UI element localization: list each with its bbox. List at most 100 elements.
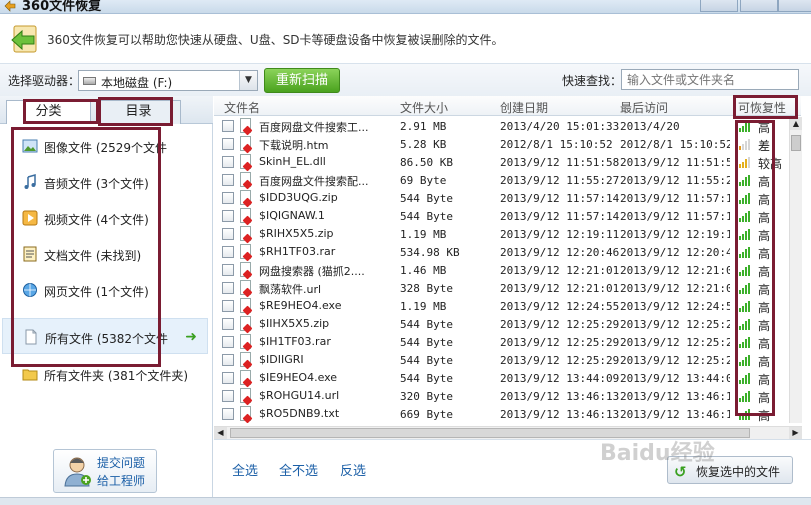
signal-bar [745,303,747,312]
table-row[interactable]: $RE9HEO4.exe 1.19 MB 2013/9/12 12:24:55 201… [214,297,789,315]
deleted-file-icon [240,298,251,313]
table-row[interactable]: $IQIGNAW.1 544 Byte 2013/9/12 11:57:14 2013… [214,207,789,225]
table-row[interactable]: 飘荡软件.url 328 Byte 2013/9/12 12:21:01 2013/9… [214,279,789,297]
cell-recoverability: 高 [758,301,771,315]
row-checkbox[interactable] [222,390,234,402]
tab-directory[interactable]: 目录 [96,100,181,124]
table-row[interactable]: $IDIIGRI 544 Byte 2013/9/12 12:25:29 2013/9… [214,351,789,369]
category-video[interactable]: 视频文件 (4个文件) [18,200,198,236]
cell-size: 544 Byte [400,354,453,367]
row-checkbox[interactable] [222,336,234,348]
drive-select[interactable]: 本地磁盘 (F:) ▼ [78,70,258,91]
row-checkbox[interactable] [222,138,234,150]
cell-accessed: 2013/9/12 12:25:29 [620,318,730,331]
file-list-panel: 文件名 文件大小 创建日期 最后访问 可恢复性 百度网盘文件搜索工... 2.91… [214,96,811,505]
table-row[interactable]: $IIHX5X5.zip 544 Byte 2013/9/12 12:25:29 20… [214,315,789,333]
cell-name: $IE9HEO4.exe [259,371,338,384]
scroll-thumb[interactable] [791,135,801,151]
contact-engineer-button[interactable]: 提交问题 给工程师 [53,449,157,493]
table-row[interactable]: 下载说明.htm 5.28 KB 2012/8/1 15:10:52 2012/8/1… [214,135,789,153]
cell-name: $RIHX5X5.zip [259,227,334,240]
signal-bar [739,308,741,312]
category-documents[interactable]: 文档文件 (未找到) [18,236,198,272]
cell-size: 534.98 KB [400,246,460,259]
signal-bar [745,393,747,402]
sidebar-tabs: 分类 目录 [0,96,213,124]
column-accessed[interactable]: 最后访问 [620,99,668,116]
cell-name: $IDD3UQG.zip [259,191,338,204]
cell-created: 2013/9/12 12:24:55 [500,300,620,313]
deleted-file-icon [240,334,251,349]
row-checkbox[interactable] [222,264,234,276]
table-row[interactable]: $RO5DNB9.txt 669 Byte 2013/9/12 13:46:13 20… [214,405,789,423]
cell-created: 2013/9/12 13:44:09 [500,372,620,385]
table-row[interactable]: $ROHGU14.url 320 Byte 2013/9/12 13:46:13 20… [214,387,789,405]
table-row[interactable]: $RH1TF03.rar 534.98 KB 2013/9/12 12:20:46 2… [214,243,789,261]
signal-bar [739,182,741,186]
folder-icon [22,369,38,381]
column-size[interactable]: 文件大小 [400,99,448,116]
select-none-link[interactable]: 全不选 [279,460,318,479]
row-checkbox[interactable] [222,156,234,168]
column-created[interactable]: 创建日期 [500,99,548,116]
chevron-down-icon[interactable]: ▼ [239,71,257,90]
rescan-button[interactable]: 重新扫描 [264,68,340,93]
cell-name: $IDIIGRI [259,353,304,366]
cell-name: 百度网盘文件搜索配... [259,175,369,188]
invert-selection-link[interactable]: 反选 [340,460,366,479]
deleted-file-icon [240,208,251,223]
column-recoverability[interactable]: 可恢复性 [738,99,786,116]
scroll-up-icon[interactable]: ▲ [790,117,802,130]
row-checkbox[interactable] [222,372,234,384]
table-row[interactable]: $IE9HEO4.exe 544 Byte 2013/9/12 13:44:09 20… [214,369,789,387]
cell-accessed: 2013/9/12 13:46:13 [620,408,730,421]
row-checkbox[interactable] [222,408,234,420]
search-input[interactable] [621,69,799,90]
table-row[interactable]: $IH1TF03.rar 544 Byte 2013/9/12 12:25:29 20… [214,333,789,351]
scroll-left-icon[interactable]: ◀ [214,427,227,439]
vertical-scrollbar[interactable]: ▲ [789,117,802,423]
row-checkbox[interactable] [222,120,234,132]
row-checkbox[interactable] [222,282,234,294]
row-checkbox[interactable] [222,228,234,240]
close-button[interactable] [778,0,811,12]
category-audio[interactable]: 音频文件 (3个文件) [18,164,198,200]
category-web[interactable]: 网页文件 (1个文件) [18,272,198,308]
row-checkbox[interactable] [222,246,234,258]
category-all-folders[interactable]: 所有文件夹 (381个文件夹) [18,356,198,392]
footer-bar: 全选 全不选 反选 ↺ 恢复选中的文件 [214,439,811,496]
cell-created: 2013/9/12 13:46:13 [500,390,620,403]
tab-category[interactable]: 分类 [6,100,91,124]
row-checkbox[interactable] [222,318,234,330]
cell-created: 2013/9/12 11:57:14 [500,210,620,223]
row-checkbox[interactable] [222,210,234,222]
cell-size: 544 Byte [400,372,453,385]
select-all-link[interactable]: 全选 [232,460,258,479]
signal-bar [748,174,750,186]
table-row[interactable]: $IDD3UQG.zip 544 Byte 2013/9/12 11:57:14 20… [214,189,789,207]
row-checkbox[interactable] [222,354,234,366]
signal-bar [739,272,741,276]
scroll-right-icon[interactable]: ▶ [789,427,802,439]
all-files-icon [25,329,37,345]
row-checkbox[interactable] [222,192,234,204]
row-checkbox[interactable] [222,300,234,312]
signal-bar [742,359,744,366]
table-row[interactable]: $RIHX5X5.zip 1.19 MB 2013/9/12 12:19:11 201… [214,225,789,243]
cell-created: 2013/9/12 13:46:13 [500,408,620,421]
cell-name: 下载说明.htm [259,139,329,152]
deleted-file-icon [240,316,251,331]
table-header: 文件名 文件大小 创建日期 最后访问 可恢复性 [214,96,801,116]
table-row[interactable]: 百度网盘文件搜索配... 69 Byte 2013/9/12 11:55:27 201… [214,171,789,189]
table-row[interactable]: 百度网盘文件搜索工... 2.91 MB 2013/4/20 15:01:33 201… [214,117,789,135]
category-all-files[interactable]: 所有文件 (5382个文件 ➜ [2,318,208,354]
column-name[interactable]: 文件名 [224,99,260,116]
table-row[interactable]: 网盘搜索器 (猫抓2.... 1.46 MB 2013/9/12 12:21:01 2… [214,261,789,279]
minimize-button[interactable] [700,0,738,12]
row-checkbox[interactable] [222,174,234,186]
cell-recoverability: 高 [758,391,771,405]
maximize-button[interactable] [740,0,778,12]
category-images[interactable]: 图像文件 (2529个文件 [18,128,198,164]
table-row[interactable]: SkinH_EL.dll 86.50 KB 2013/9/12 11:51:58 20… [214,153,789,171]
cell-name: $ROHGU14.url [259,389,340,402]
